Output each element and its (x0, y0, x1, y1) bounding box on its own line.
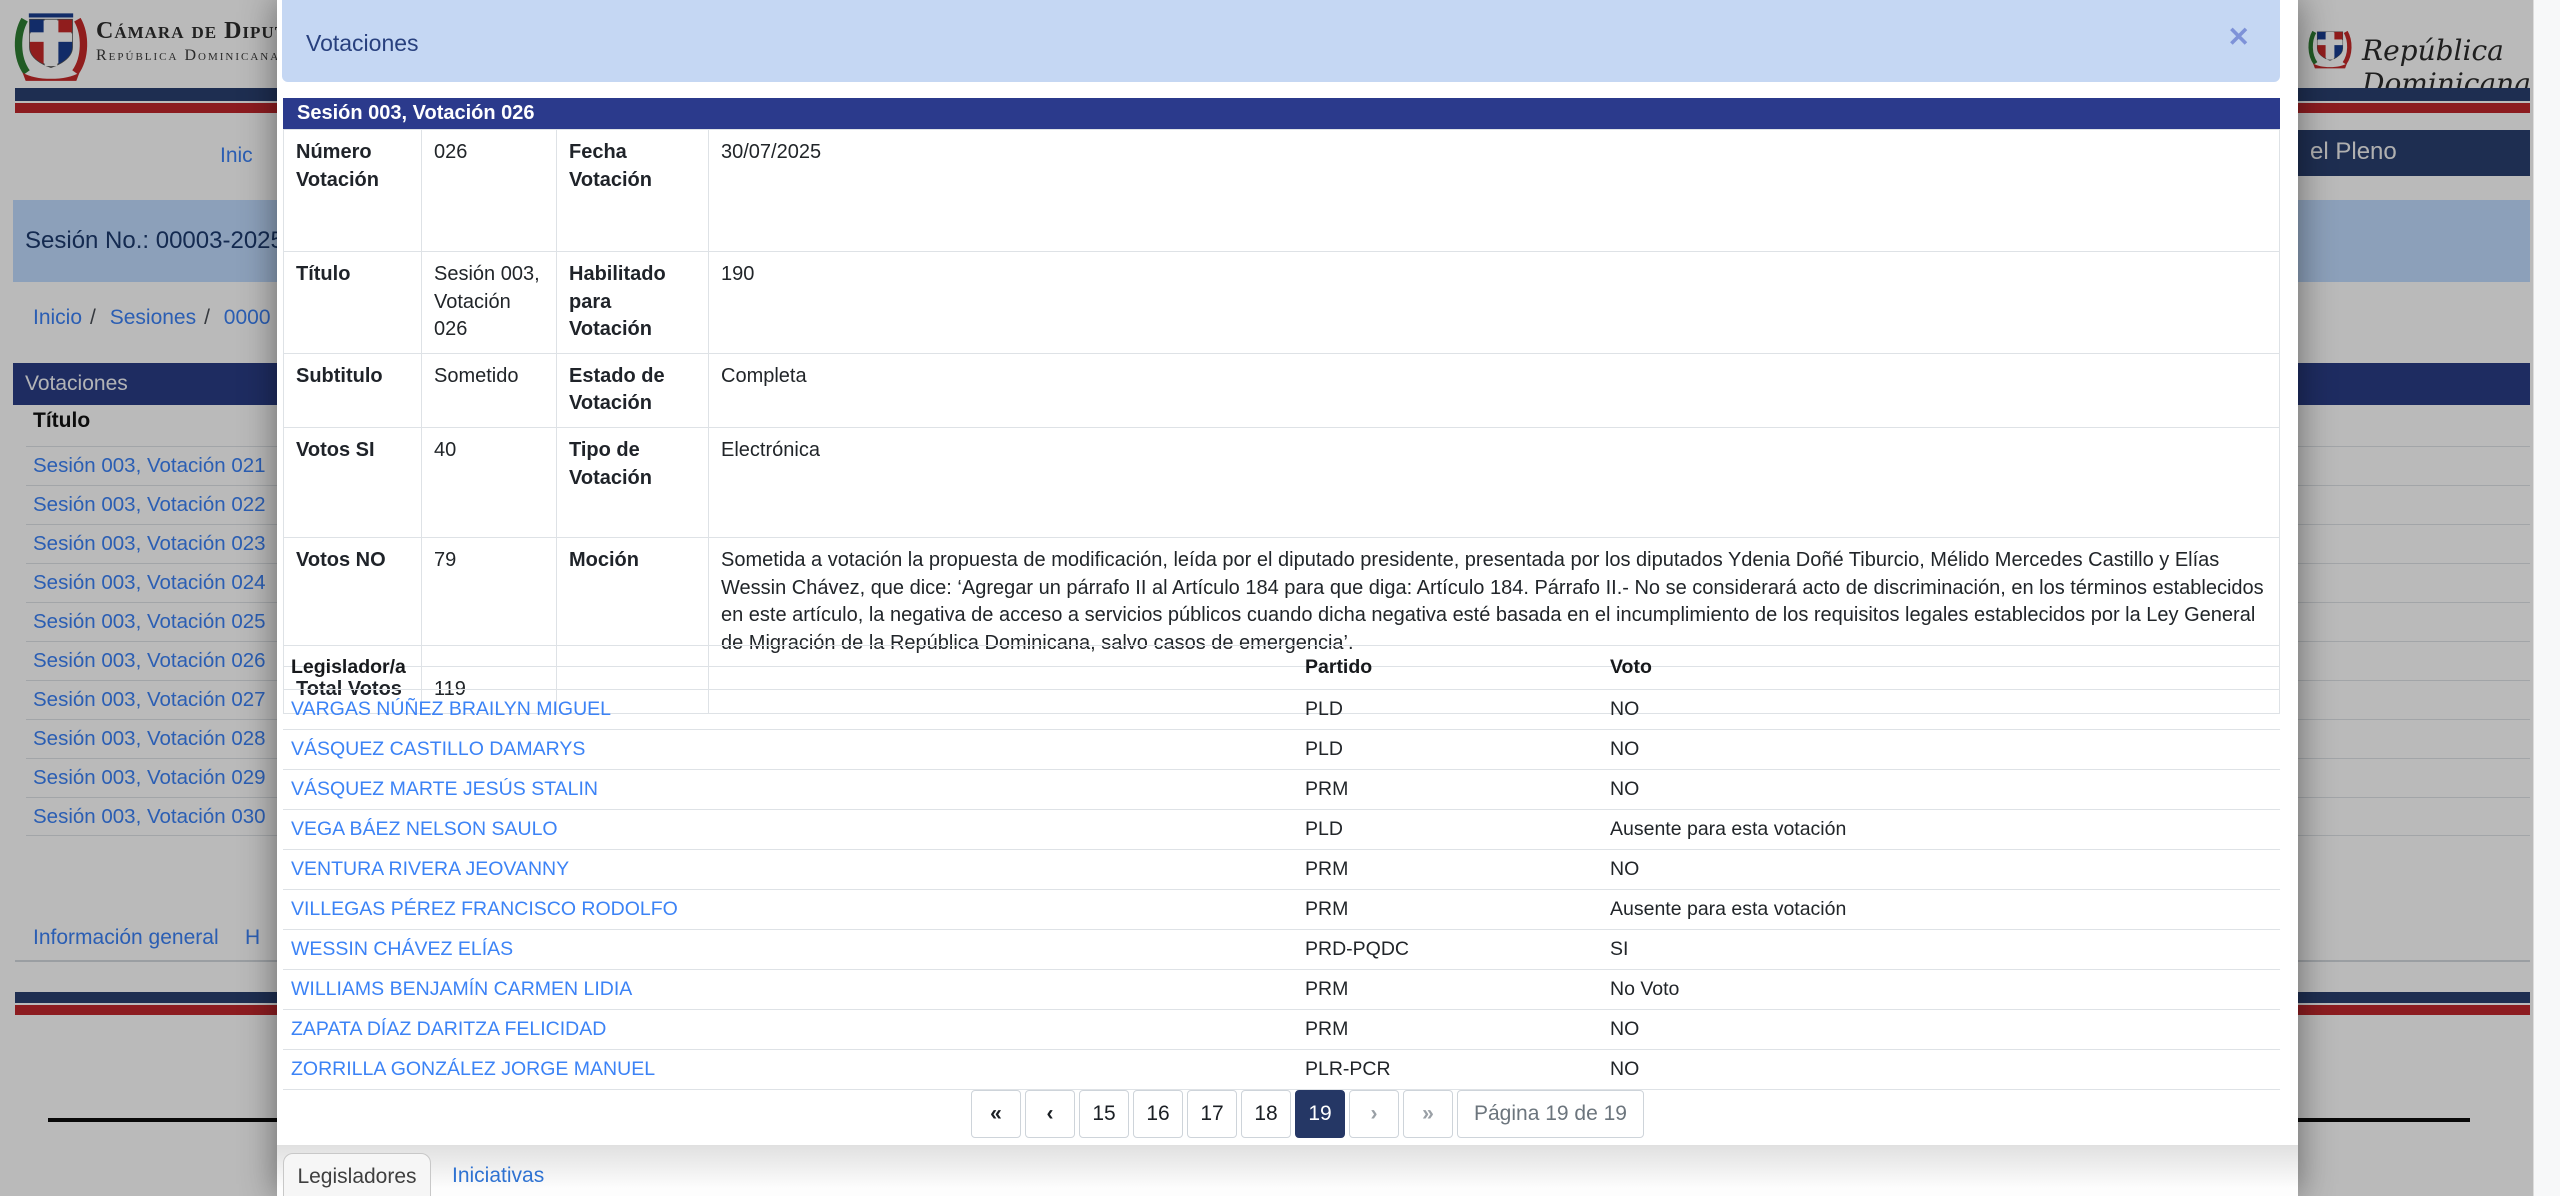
legislator-name-cell: VEGA BÁEZ NELSON SAULO (283, 809, 1297, 850)
detail-value: 026 (421, 129, 557, 252)
detail-value: 40 (421, 426, 557, 538)
col-voto: Voto (1602, 645, 2280, 690)
party-cell: PRM (1297, 849, 1602, 890)
party-cell: PRM (1297, 769, 1602, 810)
party-cell: PRM (1297, 969, 1602, 1010)
col-partido: Partido (1297, 645, 1602, 690)
table-row: VILLEGAS PÉREZ FRANCISCO RODOLFO PRM Aus… (283, 889, 2280, 930)
pagination-page-button[interactable]: 17 (1187, 1090, 1237, 1138)
tab-iniciativas[interactable]: Iniciativas (452, 1153, 544, 1196)
vote-cell: No Voto (1602, 969, 2280, 1010)
vote-cell: Ausente para esta votación (1602, 809, 2280, 850)
party-cell: PRM (1297, 889, 1602, 930)
votacion-detail-table: Número Votación 026 Fecha Votación 30/07… (283, 129, 2280, 714)
table-row: VÁSQUEZ MARTE JESÚS STALIN PRM NO (283, 769, 2280, 810)
legislator-name-cell: VILLEGAS PÉREZ FRANCISCO RODOLFO (283, 889, 1297, 930)
legislator-name-cell: VÁSQUEZ CASTILLO DAMARYS (283, 729, 1297, 770)
pagination: « ‹ 15 16 17 18 19 › » Página 19 de 19 (971, 1090, 1644, 1138)
legislator-link[interactable]: VENTURA RIVERA JEOVANNY (291, 858, 569, 880)
vote-cell: Ausente para esta votación (1602, 889, 2280, 930)
modal-header: Votaciones ✕ (282, 0, 2280, 82)
party-cell: PLD (1297, 729, 1602, 770)
detail-label: Subtitulo (283, 352, 422, 428)
detail-label: Título (283, 251, 422, 354)
detail-row: Número Votación 026 Fecha Votación 30/07… (283, 129, 2280, 252)
modal-title: Votaciones (306, 30, 419, 56)
legislator-name-cell: VENTURA RIVERA JEOVANNY (283, 849, 1297, 890)
votacion-detail: Sesión 003, Votación 026 Número Votación… (283, 98, 2280, 714)
screen: Cámara de Diputados República Dominicana… (0, 0, 2560, 1196)
party-cell: PLD (1297, 689, 1602, 730)
detail-value: Completa (708, 352, 2280, 428)
pagination-prev-button[interactable]: ‹ (1025, 1090, 1075, 1138)
legislator-link[interactable]: VÁSQUEZ CASTILLO DAMARYS (291, 738, 585, 760)
table-row: WESSIN CHÁVEZ ELÍAS PRD-PQDC SI (283, 929, 2280, 970)
legislator-link[interactable]: VÁSQUEZ MARTE JESÚS STALIN (291, 778, 598, 800)
detail-value: Sometido (421, 352, 557, 428)
legislator-name-cell: WESSIN CHÁVEZ ELÍAS (283, 929, 1297, 970)
table-row: VEGA BÁEZ NELSON SAULO PLD Ausente para … (283, 809, 2280, 850)
pagination-page-button[interactable]: 18 (1241, 1090, 1291, 1138)
legislator-name-cell: WILLIAMS BENJAMÍN CARMEN LIDIA (283, 969, 1297, 1010)
legislator-name-cell: ZORRILLA GONZÁLEZ JORGE MANUEL (283, 1049, 1297, 1090)
vote-cell: SI (1602, 929, 2280, 970)
table-row: VÁSQUEZ CASTILLO DAMARYS PLD NO (283, 729, 2280, 770)
vote-cell: NO (1602, 1009, 2280, 1050)
vote-cell: NO (1602, 849, 2280, 890)
detail-label: Estado de Votación (556, 352, 709, 428)
detail-row: Título Sesión 003, Votación 026 Habilita… (283, 251, 2280, 354)
party-cell: PRM (1297, 1009, 1602, 1050)
legislator-link[interactable]: VARGAS NÚÑEZ BRAILYN MIGUEL (291, 698, 611, 720)
party-cell: PRD-PQDC (1297, 929, 1602, 970)
vote-cell: NO (1602, 769, 2280, 810)
legislator-name-cell: VÁSQUEZ MARTE JESÚS STALIN (283, 769, 1297, 810)
detail-label: Número Votación (283, 129, 422, 252)
legislators-header-row: Legislador/a Partido Voto (283, 645, 2280, 690)
detail-label: Habilitado para Votación (556, 251, 709, 354)
vote-cell: NO (1602, 689, 2280, 730)
detail-label: Fecha Votación (556, 129, 709, 252)
table-row: WILLIAMS BENJAMÍN CARMEN LIDIA PRM No Vo… (283, 969, 2280, 1010)
pagination-page-button[interactable]: 15 (1079, 1090, 1129, 1138)
party-cell: PLR-PCR (1297, 1049, 1602, 1090)
detail-value: Electrónica (708, 426, 2280, 538)
page-right-gutter (2533, 0, 2560, 1196)
pagination-last-button[interactable]: » (1403, 1090, 1453, 1138)
legislator-link[interactable]: VEGA BÁEZ NELSON SAULO (291, 818, 558, 840)
pagination-page-button[interactable]: 16 (1133, 1090, 1183, 1138)
pagination-first-button[interactable]: « (971, 1090, 1021, 1138)
legislator-name-cell: VARGAS NÚÑEZ BRAILYN MIGUEL (283, 689, 1297, 730)
tab-legisladores[interactable]: Legisladores (283, 1153, 431, 1196)
vote-cell: NO (1602, 1049, 2280, 1090)
table-row: ZORRILLA GONZÁLEZ JORGE MANUEL PLR-PCR N… (283, 1049, 2280, 1090)
party-cell: PLD (1297, 809, 1602, 850)
detail-label: Votos SI (283, 426, 422, 538)
detail-row: Subtitulo Sometido Estado de Votación Co… (283, 352, 2280, 428)
votacion-detail-header: Sesión 003, Votación 026 (283, 98, 2280, 129)
legislator-link[interactable]: VILLEGAS PÉREZ FRANCISCO RODOLFO (291, 898, 678, 920)
table-row: ZAPATA DÍAZ DARITZA FELICIDAD PRM NO (283, 1009, 2280, 1050)
detail-label: Tipo de Votación (556, 426, 709, 538)
legislator-name-cell: ZAPATA DÍAZ DARITZA FELICIDAD (283, 1009, 1297, 1050)
detail-value: 190 (708, 251, 2280, 354)
pagination-page-button[interactable]: 19 (1295, 1090, 1345, 1138)
legislator-link[interactable]: ZAPATA DÍAZ DARITZA FELICIDAD (291, 1018, 606, 1040)
modal-tab-band: Legisladores Iniciativas (277, 1145, 2298, 1196)
legislator-link[interactable]: ZORRILLA GONZÁLEZ JORGE MANUEL (291, 1058, 655, 1080)
detail-value: Sesión 003, Votación 026 (421, 251, 557, 354)
detail-row: Votos SI 40 Tipo de Votación Electrónica (283, 426, 2280, 538)
votaciones-modal: Votaciones ✕ Sesión 003, Votación 026 Nú… (277, 0, 2298, 1196)
close-icon[interactable]: ✕ (2227, 24, 2250, 51)
pagination-next-button[interactable]: › (1349, 1090, 1399, 1138)
col-legislador: Legislador/a (283, 645, 1297, 690)
legislator-link[interactable]: WILLIAMS BENJAMÍN CARMEN LIDIA (291, 978, 632, 1000)
detail-value: 30/07/2025 (708, 129, 2280, 252)
vote-cell: NO (1602, 729, 2280, 770)
legislators-table: Legislador/a Partido Voto VARGAS NÚÑEZ B… (283, 645, 2280, 1090)
table-row: VARGAS NÚÑEZ BRAILYN MIGUEL PLD NO (283, 689, 2280, 730)
legislators-section: Legislador/a Partido Voto VARGAS NÚÑEZ B… (283, 645, 2280, 1090)
table-row: VENTURA RIVERA JEOVANNY PRM NO (283, 849, 2280, 890)
pagination-status: Página 19 de 19 (1457, 1090, 1644, 1138)
legislator-link[interactable]: WESSIN CHÁVEZ ELÍAS (291, 938, 513, 960)
